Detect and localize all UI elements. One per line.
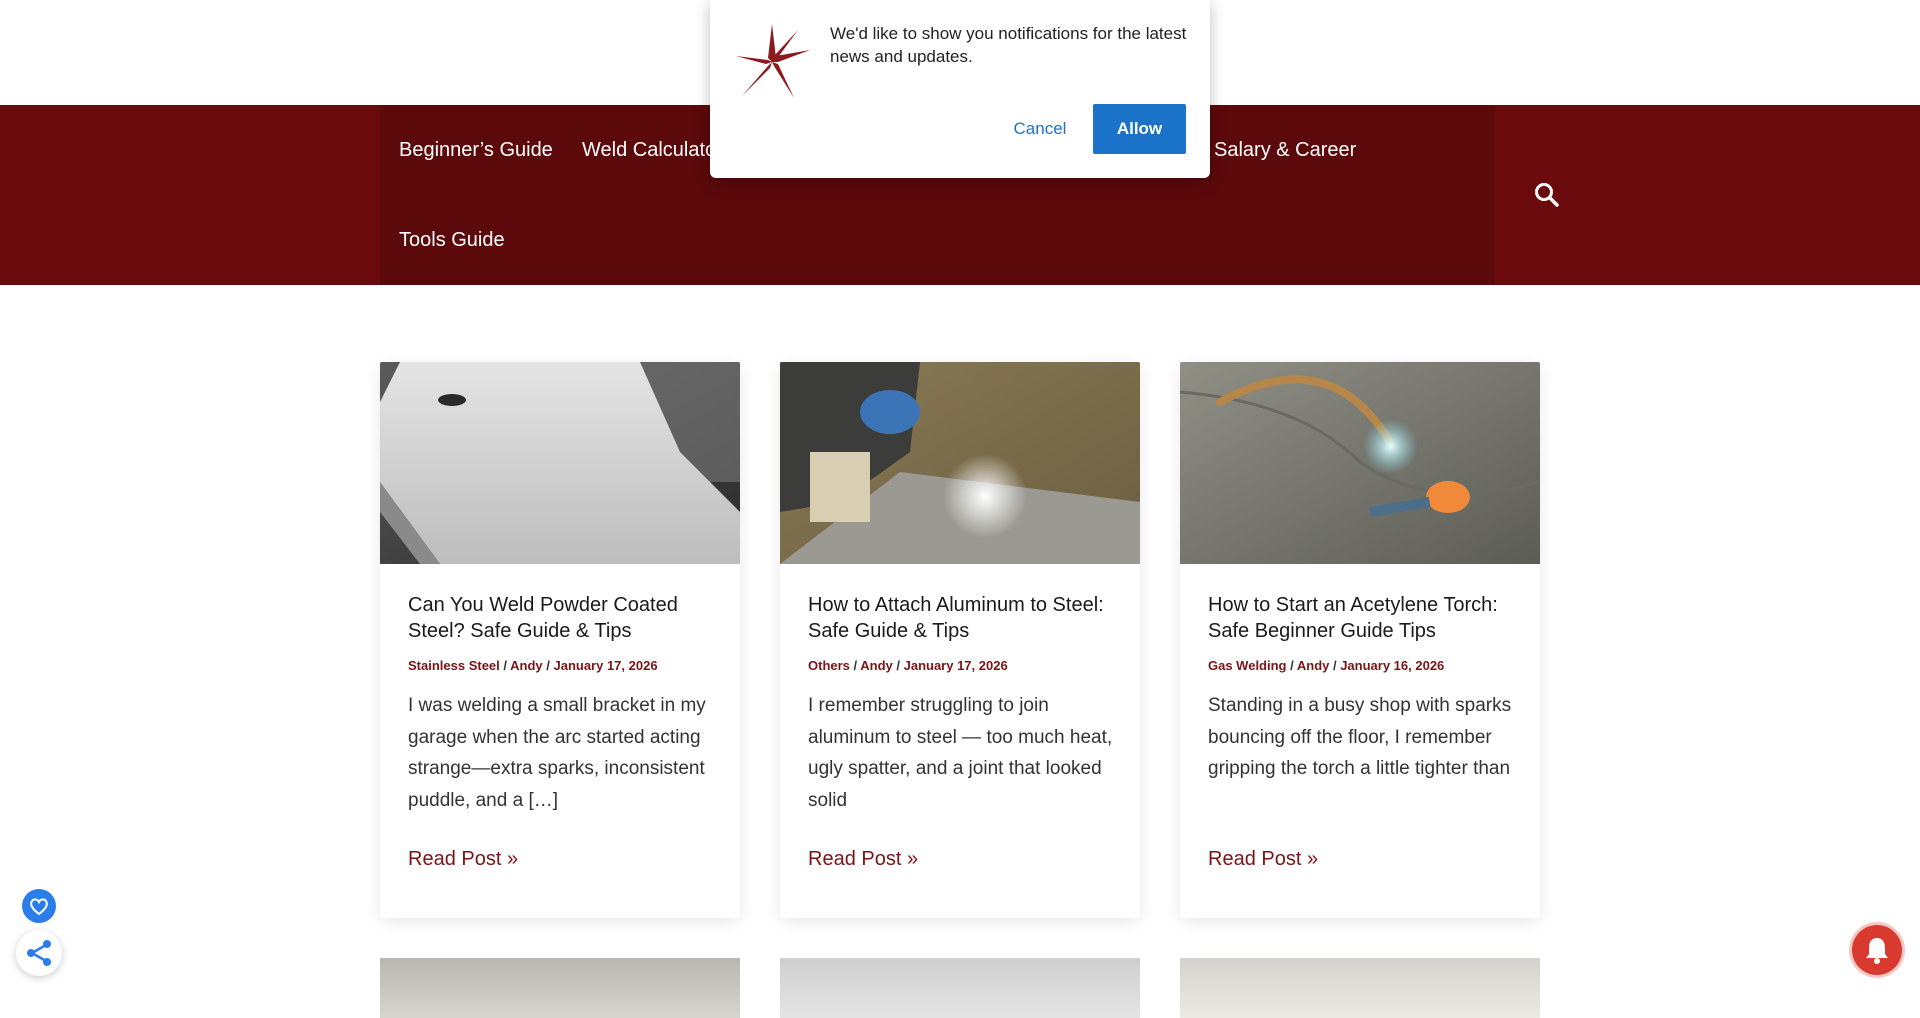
post-meta: Stainless Steel / Andy / January 17, 202… [408, 658, 728, 673]
read-post-link[interactable]: Read Post » [1208, 848, 1318, 871]
nav-item-tools-guide[interactable]: Tools Guide [399, 228, 505, 252]
nav-item-salary-career[interactable]: Salary & Career [1214, 138, 1356, 162]
post-thumbnail-partial[interactable] [780, 958, 1140, 1018]
post-thumbnail-partial[interactable] [1180, 958, 1540, 1018]
meta-separator: / [892, 658, 904, 673]
meta-separator: / [849, 658, 861, 673]
post-date: January 17, 2026 [553, 658, 658, 673]
post-date: January 16, 2026 [1340, 658, 1445, 673]
post-card: How to Attach Aluminum to Steel: Safe Gu… [780, 362, 1140, 918]
post-meta: Gas Welding / Andy / January 16, 2026 [1208, 658, 1528, 673]
post-excerpt: I remember struggling to join aluminum t… [808, 695, 1113, 811]
bell-icon [1866, 938, 1888, 964]
post-date: January 17, 2026 [903, 658, 1008, 673]
post-card: Can You Weld Powder Coated Steel? Safe G… [380, 362, 740, 918]
post-category[interactable]: Stainless Steel [408, 658, 500, 673]
search-button[interactable] [1532, 180, 1562, 210]
post-thumbnail[interactable] [1180, 362, 1540, 564]
meta-separator: / [499, 658, 511, 673]
notification-prompt: We'd like to show you notifications for … [710, 0, 1210, 178]
favorite-button[interactable] [22, 889, 56, 923]
nav-item-beginners-guide[interactable]: Beginner’s Guide [399, 138, 553, 162]
meta-separator: / [542, 658, 554, 673]
post-thumbnail[interactable] [380, 362, 740, 564]
post-category[interactable]: Others [808, 658, 850, 673]
meta-separator: / [1286, 658, 1297, 673]
post-thumbnail[interactable] [780, 362, 1140, 564]
post-title[interactable]: How to Attach Aluminum to Steel: Safe Gu… [808, 592, 1118, 644]
cancel-button[interactable]: Cancel [990, 104, 1090, 154]
read-post-link[interactable]: Read Post » [808, 848, 918, 871]
post-category[interactable]: Gas Welding [1208, 658, 1287, 673]
notification-message: We'd like to show you notifications for … [830, 24, 1187, 66]
post-title[interactable]: How to Start an Acetylene Torch: Safe Be… [1208, 592, 1518, 644]
notification-bell-button[interactable] [1852, 925, 1902, 975]
post-author[interactable]: Andy [860, 658, 893, 673]
read-post-link[interactable]: Read Post » [408, 848, 518, 871]
star-logo-icon [736, 24, 810, 98]
nav-item-weld-calculator[interactable]: Weld Calculator [582, 138, 723, 162]
post-meta: Others / Andy / January 17, 2026 [808, 658, 1128, 673]
post-card: How to Start an Acetylene Torch: Safe Be… [1180, 362, 1540, 918]
share-icon [27, 940, 51, 966]
post-thumbnail-partial[interactable] [380, 958, 740, 1018]
allow-button[interactable]: Allow [1093, 104, 1186, 154]
search-icon [1535, 183, 1559, 207]
post-excerpt: I was welding a small bracket in my gara… [408, 695, 706, 811]
post-title[interactable]: Can You Weld Powder Coated Steel? Safe G… [408, 592, 718, 644]
share-button[interactable] [16, 930, 62, 976]
post-excerpt: Standing in a busy shop with sparks boun… [1208, 695, 1512, 779]
post-author[interactable]: Andy [510, 658, 543, 673]
post-author[interactable]: Andy [1297, 658, 1330, 673]
meta-separator: / [1329, 658, 1341, 673]
heart-icon [30, 898, 48, 916]
